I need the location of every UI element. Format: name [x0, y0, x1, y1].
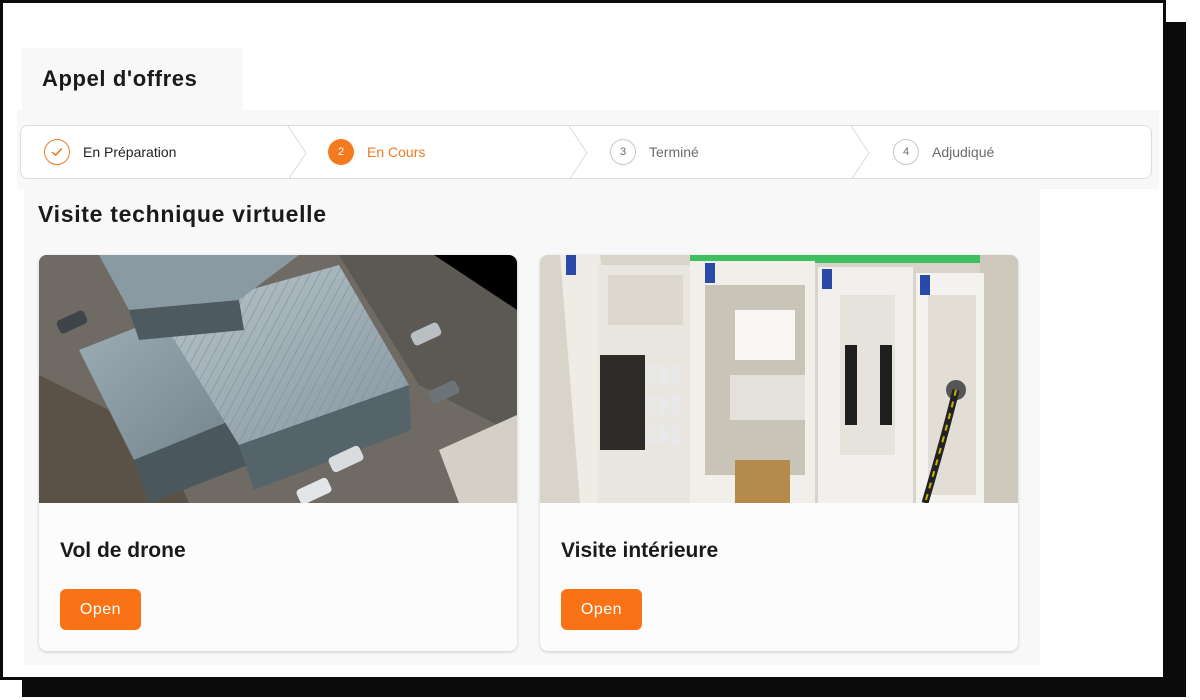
open-interior-button[interactable]: Open	[561, 589, 642, 630]
step-label: En Cours	[367, 144, 426, 160]
step-separator-3	[850, 126, 870, 178]
step-en-preparation[interactable]: En Préparation	[44, 126, 176, 178]
step-en-cours[interactable]: 2 En Cours	[328, 126, 425, 178]
page-header: Appel d'offres	[22, 48, 242, 110]
section-title: Visite technique virtuelle	[38, 201, 327, 227]
electrical-cabinet-image[interactable]	[540, 255, 1018, 503]
step-number-badge: 2	[328, 139, 354, 165]
card-title: Visite intérieure	[561, 539, 719, 562]
step-termine[interactable]: 3 Terminé	[610, 126, 699, 178]
step-number-badge: 3	[610, 139, 636, 165]
step-separator-1	[287, 126, 307, 178]
progress-stepper: En Préparation 2 En Cours 3 Terminé 4 Ad…	[20, 125, 1152, 179]
step-adjudique[interactable]: 4 Adjudiqué	[893, 126, 994, 178]
aerial-drone-image[interactable]	[39, 255, 517, 503]
check-icon	[44, 139, 70, 165]
step-label: En Préparation	[83, 144, 177, 160]
page-title: Appel d'offres	[42, 66, 198, 91]
step-label: Terminé	[649, 144, 699, 160]
app-window: Appel d'offres En Préparation 2 En Cours…	[0, 0, 1166, 680]
step-number-badge: 4	[893, 139, 919, 165]
step-separator-2	[568, 126, 588, 178]
step-label: Adjudiqué	[932, 144, 995, 160]
card-interior: Visite intérieure Open	[540, 255, 1018, 651]
card-title: Vol de drone	[60, 539, 186, 562]
card-drone: Vol de drone Open	[39, 255, 517, 651]
open-drone-button[interactable]: Open	[60, 589, 141, 630]
